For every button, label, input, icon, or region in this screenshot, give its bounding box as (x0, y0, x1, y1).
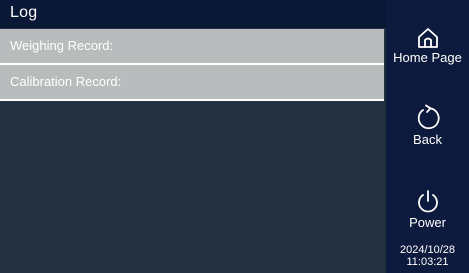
title-bar: Log (0, 0, 386, 28)
date-text: 2024/10/28 (399, 244, 456, 256)
time-text: 11:03:21 (406, 256, 449, 268)
power-icon (417, 190, 438, 213)
datetime-display: 2024/10/28 11:03:21 (386, 244, 469, 268)
weighing-record-row[interactable]: Weighing Record: (0, 29, 384, 65)
power-button[interactable]: Power (386, 189, 469, 230)
home-page-label: Home Page (393, 50, 462, 65)
calibration-record-row[interactable]: Calibration Record: (0, 65, 384, 101)
power-label: Power (409, 215, 446, 230)
home-page-button[interactable]: Home Page (386, 26, 469, 65)
refresh-back-icon (417, 104, 440, 130)
home-icon (417, 28, 438, 48)
weighing-record-label: Weighing Record: (10, 38, 114, 53)
page-title: Log (10, 4, 38, 21)
sidebar: Home Page Back Power 2024/10/28 11:03:21 (386, 0, 469, 273)
calibration-record-label: Calibration Record: (10, 74, 122, 89)
log-panel: Weighing Record: Calibration Record: (0, 28, 386, 273)
back-label: Back (413, 132, 442, 147)
back-button[interactable]: Back (386, 104, 469, 147)
